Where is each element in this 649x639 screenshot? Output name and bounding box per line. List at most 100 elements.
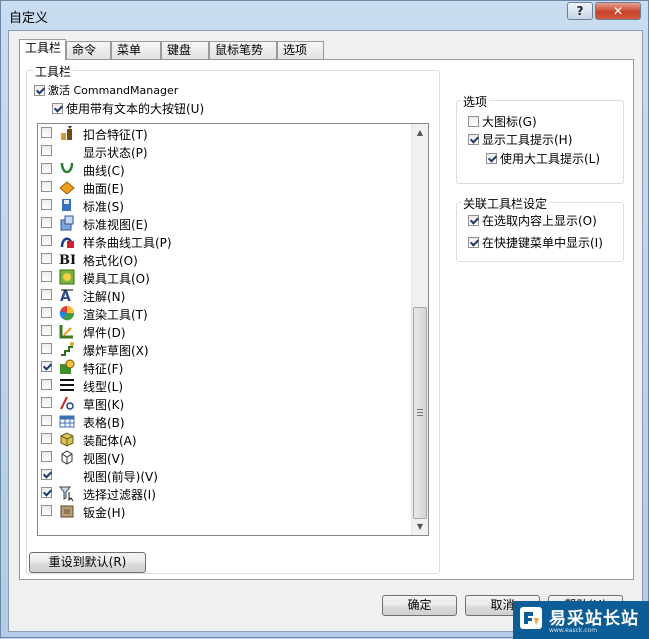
toolbar-item-checkbox[interactable]	[41, 145, 52, 156]
toolbar-item-label: 钣金(H)	[83, 506, 126, 520]
toolbar-item-checkbox[interactable]	[41, 163, 52, 174]
tab-menus[interactable]: 菜单	[111, 41, 161, 59]
toolbar-item-checkbox[interactable]	[41, 451, 52, 462]
annotation-icon: A	[60, 289, 73, 303]
large-icons-check[interactable]	[468, 116, 479, 127]
toolbar-item-checkbox[interactable]	[41, 361, 52, 372]
view-icon	[61, 450, 73, 465]
help-title-button[interactable]: ?	[567, 2, 593, 20]
toolbar-item-checkbox[interactable]	[41, 397, 52, 408]
show-on-selection-checkbox[interactable]: 在选取内容上显示(O)	[468, 212, 597, 229]
weldment-icon	[59, 325, 73, 339]
activate-cm-checkbox[interactable]: 激活 CommandManager	[34, 82, 178, 98]
toolbar-item-label: 爆炸草图(X)	[83, 344, 149, 358]
context-legend: 关联工具栏设定	[461, 195, 550, 212]
large-tooltips-checkbox[interactable]: 使用大工具提示(L)	[486, 150, 600, 167]
show-in-shortcut-label: 在快捷键菜单中显示(I)	[482, 236, 603, 250]
sheet-metal-icon	[60, 505, 74, 518]
svg-text:BI: BI	[59, 253, 75, 267]
toolbar-item-checkbox[interactable]	[41, 253, 52, 264]
toolbar-item-checkbox[interactable]	[41, 307, 52, 318]
show-in-shortcut-check[interactable]	[468, 237, 479, 248]
toolbars-legend: 工具栏	[33, 63, 74, 80]
toolbar-list[interactable]: 扣合特征(T) 显示状态(P) 曲线(C) 曲面(E) 标准(S) 标准视图(E) 样条曲线…	[37, 123, 429, 536]
snap-feature-icon	[61, 126, 72, 140]
activate-cm-label: 激活 CommandManager	[48, 84, 179, 97]
large-buttons-label: 使用带有文本的大按钮(U)	[66, 102, 205, 116]
render-tool-icon	[59, 306, 75, 321]
explode-sketch-icon	[61, 342, 74, 356]
large-buttons-checkbox[interactable]: 使用带有文本的大按钮(U)	[52, 100, 204, 117]
activate-cm-check[interactable]	[34, 84, 45, 96]
toolbar-item-label: 草图(K)	[83, 398, 125, 412]
scroll-down-arrow-icon[interactable]: ▼	[412, 518, 428, 535]
toolbar-item-checkbox[interactable]	[41, 325, 52, 336]
toolbar-item-label: 线型(L)	[83, 380, 124, 394]
format-icon: BI	[59, 253, 75, 267]
surface-icon	[59, 181, 75, 195]
show-tooltips-checkbox[interactable]: 显示工具提示(H)	[468, 131, 572, 148]
toolbar-item-label: 标准(S)	[83, 200, 124, 214]
mold-tool-icon	[59, 269, 75, 285]
watermark-url: www.easck.com	[549, 627, 598, 634]
toolbar-item-label: 视图(V)	[83, 452, 125, 466]
thumb-grip	[417, 409, 423, 410]
toolbar-item-label: 渲染工具(T)	[83, 308, 148, 322]
toolbar-item-checkbox[interactable]	[41, 343, 52, 354]
tab-options[interactable]: 选项	[277, 41, 324, 59]
toolbar-item-label: 选择过滤器(I)	[83, 488, 156, 502]
toolbar-item-label: 注解(N)	[83, 290, 126, 304]
toolbar-item-checkbox[interactable]	[41, 379, 52, 390]
toolbar-item-checkbox[interactable]	[41, 289, 52, 300]
standard-view-icon	[60, 215, 74, 231]
tab-commands[interactable]: 命令	[66, 41, 111, 59]
assembly-icon	[60, 432, 74, 447]
toolbar-item-checkbox[interactable]	[41, 487, 52, 498]
toolbar-item-checkbox[interactable]	[41, 217, 52, 228]
toolbar-item-label: 曲面(E)	[83, 182, 124, 196]
watermark-text: 易采站长站	[549, 609, 639, 629]
spline-tool-icon	[60, 237, 74, 248]
toolbar-item-checkbox[interactable]	[41, 505, 52, 516]
line-format-icon	[60, 379, 74, 391]
curve-icon	[60, 162, 74, 174]
standard-icon	[62, 199, 71, 211]
toolbar-item-checkbox[interactable]	[41, 199, 52, 210]
toolbar-item-checkbox[interactable]	[41, 271, 52, 282]
show-on-selection-check[interactable]	[468, 215, 479, 226]
customize-dialog: 自定义 ? ✕ 工具栏 命令 菜单 键盘 鼠标笔势 选项 工具栏 激活 Comm…	[0, 0, 649, 639]
large-tooltips-check[interactable]	[486, 153, 497, 164]
features-icon	[60, 359, 75, 374]
toolbar-item-checkbox[interactable]	[41, 433, 52, 444]
large-icons-checkbox[interactable]: 大图标(G)	[468, 113, 537, 130]
toolbar-item-label: 装配体(A)	[83, 434, 137, 448]
sketch-icon	[60, 396, 74, 410]
toolbar-item-checkbox[interactable]	[41, 469, 52, 480]
toolbar-item-label: 扣合特征(T)	[83, 128, 148, 142]
scroll-thumb[interactable]	[413, 307, 427, 519]
toolbar-item-checkbox[interactable]	[41, 235, 52, 246]
toolbar-item-checkbox[interactable]	[41, 127, 52, 138]
reset-defaults-button[interactable]: 重设到默认(R)	[29, 552, 146, 573]
large-buttons-check[interactable]	[52, 103, 63, 114]
toolbar-item-label: 特征(F)	[83, 362, 124, 376]
close-button[interactable]: ✕	[595, 2, 641, 20]
toolbar-item-checkbox[interactable]	[41, 415, 52, 426]
scroll-up-arrow-icon[interactable]: ▲	[412, 124, 428, 141]
selection-filter-icon	[59, 486, 74, 501]
svg-text:A: A	[60, 289, 71, 303]
toolbar-item-label: 样条曲线工具(P)	[83, 236, 172, 250]
show-tooltips-check[interactable]	[468, 134, 479, 145]
toolbar-item-checkbox[interactable]	[41, 181, 52, 192]
tab-mouse-gestures[interactable]: 鼠标笔势	[209, 41, 277, 59]
vertical-scrollbar[interactable]: ▲ ▼	[411, 124, 428, 535]
toolbar-item-label: 视图(前导)(V)	[83, 470, 158, 484]
thumb-grip	[417, 412, 423, 413]
watermark-logo-icon	[520, 607, 542, 629]
options-legend: 选项	[461, 93, 490, 110]
toolbar-item-label: 曲线(C)	[83, 164, 125, 178]
ok-button[interactable]: 确定	[382, 595, 457, 616]
tab-toolbars[interactable]: 工具栏	[19, 39, 66, 60]
show-in-shortcut-checkbox[interactable]: 在快捷键菜单中显示(I)	[468, 234, 603, 251]
tab-keyboard[interactable]: 键盘	[161, 41, 209, 59]
